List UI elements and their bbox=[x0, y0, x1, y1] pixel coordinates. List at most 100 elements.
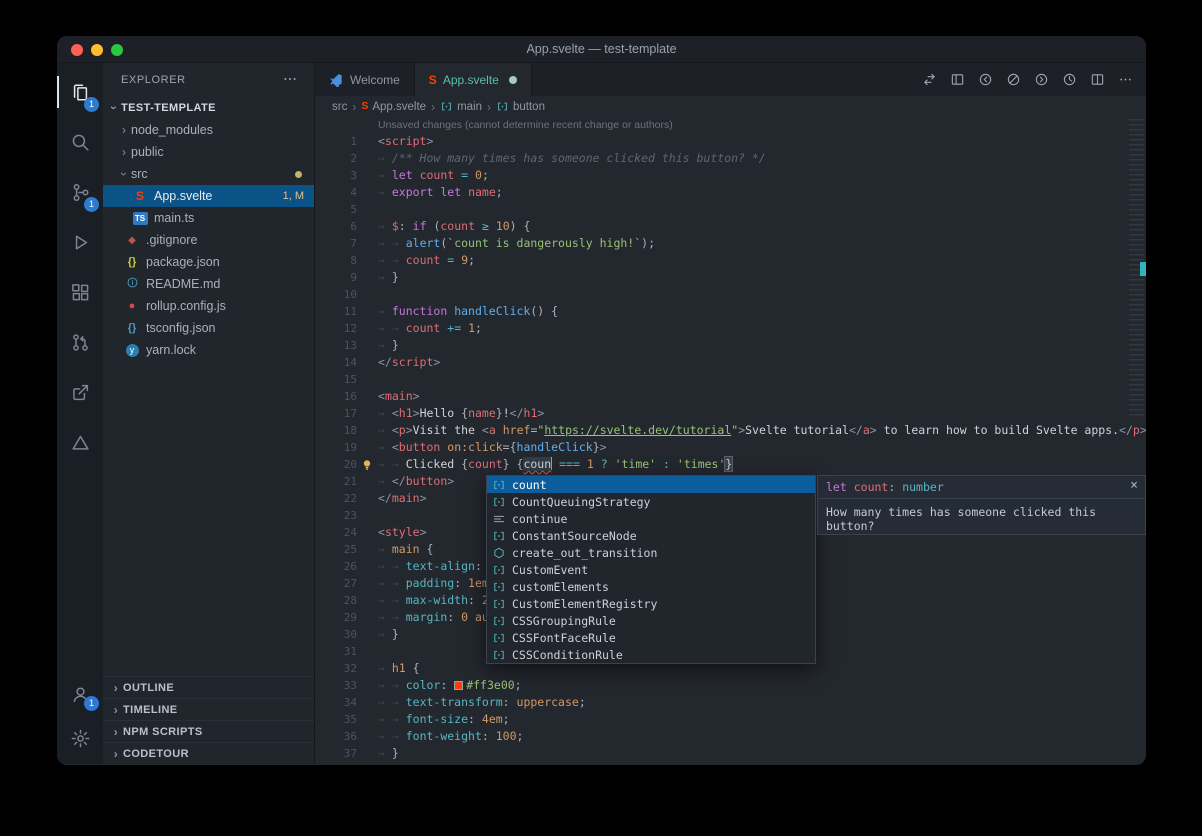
tree-item-node-modules[interactable]: ›node_modules bbox=[103, 119, 314, 141]
completion-item-cssfontfacerule[interactable]: CSSFontFaceRule bbox=[487, 629, 815, 646]
tree-item--gitignore[interactable]: ◆.gitignore bbox=[103, 229, 314, 251]
line-number[interactable]: 20 bbox=[315, 456, 357, 473]
activity-item-search[interactable] bbox=[57, 117, 103, 167]
tree-item-main-ts[interactable]: TSmain.ts bbox=[103, 207, 314, 229]
completion-item-customelements[interactable]: customElements bbox=[487, 578, 815, 595]
line-number[interactable]: 33 bbox=[315, 677, 357, 694]
tree-item-yarn-lock[interactable]: yyarn.lock bbox=[103, 339, 314, 361]
line-number[interactable]: 1 bbox=[315, 133, 357, 150]
line-number[interactable]: 15 bbox=[315, 371, 357, 388]
line-number[interactable]: 4 bbox=[315, 184, 357, 201]
completion-item-customelementregistry[interactable]: CustomElementRegistry bbox=[487, 595, 815, 612]
tree-item-readme-md[interactable]: README.md bbox=[103, 273, 314, 295]
activity-item-github-pr[interactable] bbox=[57, 317, 103, 367]
tab-app-svelte[interactable]: SApp.svelte bbox=[415, 63, 532, 96]
split-editor-button[interactable] bbox=[1085, 67, 1110, 92]
line-number[interactable]: 30 bbox=[315, 626, 357, 643]
code-line[interactable]: 6→ $: if (count ≥ 10) { bbox=[315, 218, 1146, 235]
line-number[interactable]: 18 bbox=[315, 422, 357, 439]
code-line[interactable]: 8→ → count = 9; bbox=[315, 252, 1146, 269]
tree-item-tsconfig-json[interactable]: {}tsconfig.json bbox=[103, 317, 314, 339]
line-number[interactable]: 36 bbox=[315, 728, 357, 745]
sidebar-section-timeline[interactable]: ›TIMELINE bbox=[103, 698, 314, 720]
line-number[interactable]: 11 bbox=[315, 303, 357, 320]
code-line[interactable]: 7→ → alert(`count is dangerously high!`)… bbox=[315, 235, 1146, 252]
breadcrumb-item-main[interactable]: main bbox=[440, 100, 482, 113]
code-line[interactable]: 11→ function handleClick() { bbox=[315, 303, 1146, 320]
unsaved-dot-icon[interactable] bbox=[509, 76, 517, 84]
code-editor[interactable]: Unsaved changes (cannot determine recent… bbox=[315, 117, 1146, 764]
activity-item-settings[interactable] bbox=[57, 716, 103, 760]
preview-button[interactable] bbox=[945, 67, 970, 92]
code-line[interactable]: 20→ → Clicked {count} {coun === 1 ? 'tim… bbox=[315, 456, 1146, 473]
code-line[interactable]: 37→ } bbox=[315, 745, 1146, 762]
line-number[interactable]: 16 bbox=[315, 388, 357, 405]
completion-item-create_out_transition[interactable]: create_out_transition bbox=[487, 544, 815, 561]
line-number[interactable]: 32 bbox=[315, 660, 357, 677]
line-number[interactable]: 37 bbox=[315, 745, 357, 762]
code-line[interactable]: 18→ <p>Visit the <a href="https://svelte… bbox=[315, 422, 1146, 439]
code-line[interactable]: 35→ → font-size: 4em; bbox=[315, 711, 1146, 728]
line-number[interactable]: 5 bbox=[315, 201, 357, 218]
tab-welcome[interactable]: Welcome bbox=[315, 63, 415, 96]
tree-root-test-template[interactable]: › TEST-TEMPLATE bbox=[103, 97, 314, 119]
code-line[interactable]: 3→ let count = 0; bbox=[315, 167, 1146, 184]
line-number[interactable]: 6 bbox=[315, 218, 357, 235]
code-line[interactable]: 15 bbox=[315, 371, 1146, 388]
code-line[interactable]: 16<main> bbox=[315, 388, 1146, 405]
line-number[interactable]: 2 bbox=[315, 150, 357, 167]
prev-change-button[interactable] bbox=[973, 67, 998, 92]
tree-item-rollup-config-js[interactable]: ●rollup.config.js bbox=[103, 295, 314, 317]
code-line[interactable]: 34→ → text-transform: uppercase; bbox=[315, 694, 1146, 711]
line-number[interactable]: 27 bbox=[315, 575, 357, 592]
activity-item-explorer[interactable]: 1 bbox=[57, 67, 103, 117]
code-line[interactable]: 19→ <button on:click={handleClick}> bbox=[315, 439, 1146, 456]
activity-item-account[interactable]: 1 bbox=[57, 672, 103, 716]
line-number[interactable]: 12 bbox=[315, 320, 357, 337]
breadcrumb-item-src[interactable]: src bbox=[332, 101, 347, 113]
line-number[interactable]: 14 bbox=[315, 354, 357, 371]
line-number[interactable]: 8 bbox=[315, 252, 357, 269]
compare-button[interactable] bbox=[917, 67, 942, 92]
title-bar[interactable]: App.svelte — test-template bbox=[57, 36, 1146, 63]
line-number[interactable]: 9 bbox=[315, 269, 357, 286]
code-line[interactable]: 10 bbox=[315, 286, 1146, 303]
line-number[interactable]: 35 bbox=[315, 711, 357, 728]
activity-item-share[interactable] bbox=[57, 367, 103, 417]
line-number[interactable]: 24 bbox=[315, 524, 357, 541]
minimize-button[interactable] bbox=[91, 44, 103, 56]
code-line[interactable]: 9→ } bbox=[315, 269, 1146, 286]
code-line[interactable]: 5 bbox=[315, 201, 1146, 218]
activity-item-triangle[interactable] bbox=[57, 417, 103, 467]
completion-item-customevent[interactable]: CustomEvent bbox=[487, 561, 815, 578]
lightbulb-icon[interactable] bbox=[360, 457, 374, 471]
code-line[interactable]: 2→ /** How many times has someone clicke… bbox=[315, 150, 1146, 167]
completion-item-cssgroupingrule[interactable]: CSSGroupingRule bbox=[487, 612, 815, 629]
tree-item-src[interactable]: ›src bbox=[103, 163, 314, 185]
line-number[interactable]: 3 bbox=[315, 167, 357, 184]
more-actions-icon[interactable] bbox=[282, 71, 300, 89]
code-line[interactable]: 14</script> bbox=[315, 354, 1146, 371]
history-button[interactable] bbox=[1057, 67, 1082, 92]
line-number[interactable]: 22 bbox=[315, 490, 357, 507]
more-button[interactable] bbox=[1113, 67, 1138, 92]
sidebar-section-npm-scripts[interactable]: ›NPM SCRIPTS bbox=[103, 720, 314, 742]
sidebar-section-outline[interactable]: ›OUTLINE bbox=[103, 676, 314, 698]
close-icon[interactable]: × bbox=[1130, 478, 1138, 493]
line-number[interactable]: 13 bbox=[315, 337, 357, 354]
zoom-button[interactable] bbox=[111, 44, 123, 56]
code-line[interactable]: 13→ } bbox=[315, 337, 1146, 354]
line-number[interactable]: 17 bbox=[315, 405, 357, 422]
line-number[interactable]: 31 bbox=[315, 643, 357, 660]
tree-item-package-json[interactable]: {}package.json bbox=[103, 251, 314, 273]
activity-item-extensions[interactable] bbox=[57, 267, 103, 317]
sidebar-section-codetour[interactable]: ›CODETOUR bbox=[103, 742, 314, 764]
completion-item-cssconditionrule[interactable]: CSSConditionRule bbox=[487, 646, 815, 663]
discard-button[interactable] bbox=[1001, 67, 1026, 92]
line-number[interactable]: 29 bbox=[315, 609, 357, 626]
line-number[interactable]: 26 bbox=[315, 558, 357, 575]
line-number[interactable]: 21 bbox=[315, 473, 357, 490]
code-line[interactable]: 12→ → count += 1; bbox=[315, 320, 1146, 337]
line-number[interactable]: 7 bbox=[315, 235, 357, 252]
line-number[interactable]: 34 bbox=[315, 694, 357, 711]
